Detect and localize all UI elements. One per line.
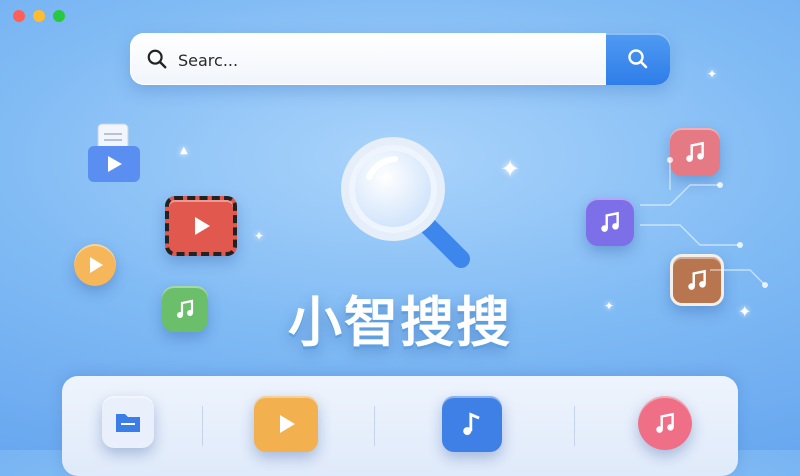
sparkle-icon: ✦ bbox=[254, 229, 265, 243]
search-icon bbox=[147, 49, 167, 69]
divider bbox=[374, 406, 375, 446]
music-note-icon bbox=[442, 396, 502, 452]
maximize-window-button[interactable] bbox=[53, 10, 65, 22]
app-title: 小智搜搜 bbox=[288, 291, 512, 354]
search-input[interactable] bbox=[176, 45, 580, 75]
window-controls bbox=[13, 10, 65, 22]
search-bar bbox=[130, 33, 670, 85]
close-window-button[interactable] bbox=[13, 10, 25, 22]
category-video-button[interactable] bbox=[254, 396, 318, 452]
category-files-button[interactable] bbox=[102, 396, 154, 448]
search-button[interactable] bbox=[606, 33, 670, 85]
video-player-icon bbox=[165, 196, 237, 256]
divider bbox=[202, 406, 203, 446]
sparkle-icon: ✦ bbox=[500, 155, 521, 183]
magnifier-icon bbox=[341, 137, 470, 268]
sparkle-icon: ✦ bbox=[707, 67, 718, 81]
folder-icon bbox=[102, 396, 154, 448]
category-audio-button[interactable] bbox=[442, 396, 502, 452]
music-note-icon bbox=[638, 396, 692, 450]
sparkle-icon: ▲ bbox=[180, 145, 188, 156]
play-icon bbox=[254, 396, 318, 452]
bottom-category-bar bbox=[62, 376, 738, 476]
document-video-icon bbox=[88, 123, 140, 182]
category-music-button[interactable] bbox=[638, 396, 692, 450]
minimize-window-button[interactable] bbox=[33, 10, 45, 22]
divider bbox=[574, 406, 575, 446]
search-icon bbox=[628, 49, 648, 69]
